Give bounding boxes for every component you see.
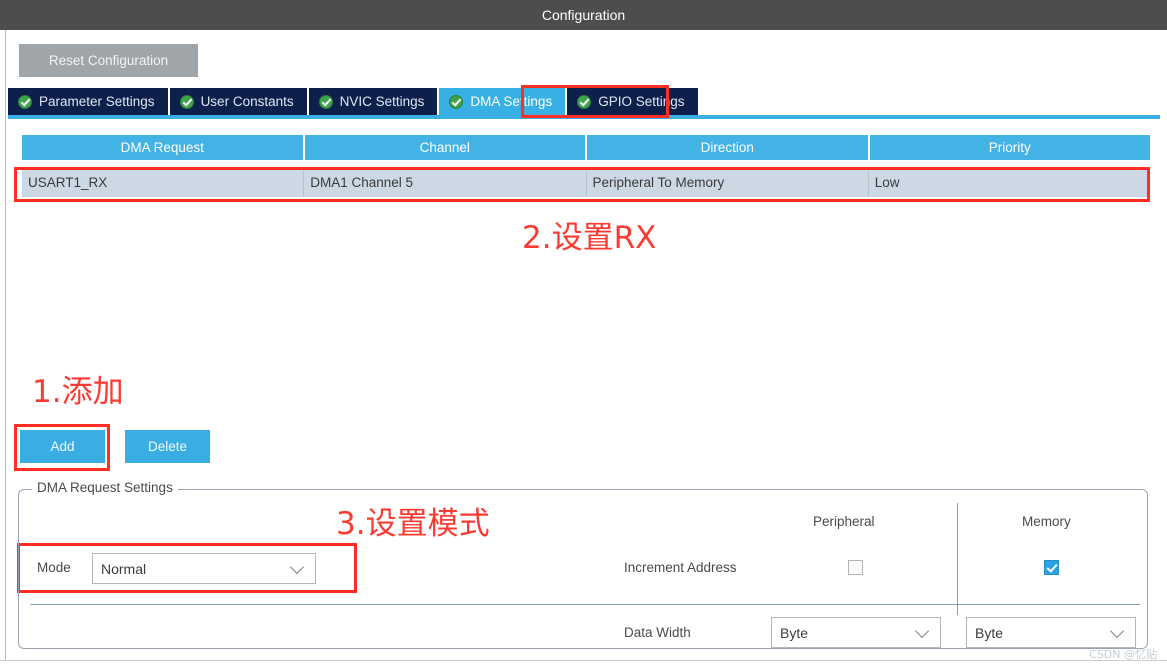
settings-tab-bar: Parameter Settings User Constants NVIC S… [8,88,700,115]
green-check-icon [179,94,194,109]
label-mode: Mode [37,560,71,575]
data-width-memory-value: Byte [975,624,1004,641]
reset-configuration-button[interactable]: Reset Configuration [19,44,198,77]
annotation-step1-text: 1.添加 [32,374,124,410]
cell-priority[interactable]: Low [869,167,1150,197]
tab-label: NVIC Settings [339,94,425,109]
label-increment-address: Increment Address [624,560,737,575]
data-width-peripheral-select[interactable]: Byte [771,617,941,648]
dma-request-table: DMA Request Channel Direction Priority U… [22,135,1150,197]
data-width-peripheral-value: Byte [780,624,809,641]
row-divider [30,604,1140,605]
data-width-memory-select[interactable]: Byte [966,617,1136,648]
panel-left-rail [0,30,6,666]
tab-label: Parameter Settings [39,94,155,109]
tab-label: User Constants [200,94,294,109]
table-header-row: DMA Request Channel Direction Priority [22,135,1150,160]
tab-parameter-settings[interactable]: Parameter Settings [8,88,168,115]
chevron-down-icon [289,559,305,574]
column-header-dma-request[interactable]: DMA Request [22,135,305,160]
tab-underline [8,115,1160,119]
tab-gpio-settings[interactable]: GPIO Settings [567,88,698,115]
table-row[interactable]: USART1_RX DMA1 Channel 5 Peripheral To M… [22,167,1150,197]
window-bottom-edge [0,660,1167,666]
annotation-step2-text: 2.设置RX [522,220,657,256]
column-label-peripheral: Peripheral [813,514,875,529]
group-title: DMA Request Settings [32,480,178,495]
cell-direction[interactable]: Peripheral To Memory [587,167,869,197]
window-title: Configuration [541,7,626,23]
reset-configuration-label: Reset Configuration [48,53,169,68]
cell-dma-request[interactable]: USART1_RX [22,167,305,197]
column-header-direction[interactable]: Direction [587,135,870,160]
green-check-icon [449,94,464,109]
green-check-icon [318,94,333,109]
tab-label: GPIO Settings [598,94,685,109]
column-header-channel[interactable]: Channel [304,135,587,160]
tab-label: DMA Settings [470,94,553,109]
watermark: CSDN @忆贴 [1089,648,1157,661]
green-check-icon [18,94,32,109]
add-button-label: Add [50,439,75,454]
column-divider [957,503,958,615]
chevron-down-icon [914,623,930,638]
cell-channel[interactable]: DMA1 Channel 5 [304,167,587,197]
column-label-memory: Memory [1022,514,1071,529]
mode-select-value: Normal [101,560,147,577]
tab-user-constants[interactable]: User Constants [169,88,307,115]
label-data-width: Data Width [624,625,691,640]
mode-select[interactable]: Normal [92,553,316,584]
green-check-icon [577,94,592,109]
checkbox-increment-peripheral[interactable] [848,560,863,575]
column-header-priority[interactable]: Priority [869,135,1150,160]
checkbox-increment-memory[interactable] [1044,560,1059,575]
delete-button-label: Delete [147,439,188,454]
add-button[interactable]: Add [20,430,105,463]
delete-button[interactable]: Delete [125,430,210,463]
window-title-bar: Configuration [0,0,1167,30]
tab-dma-settings[interactable]: DMA Settings [439,88,566,115]
chevron-down-icon [1109,623,1125,638]
tab-nvic-settings[interactable]: NVIC Settings [308,88,438,115]
